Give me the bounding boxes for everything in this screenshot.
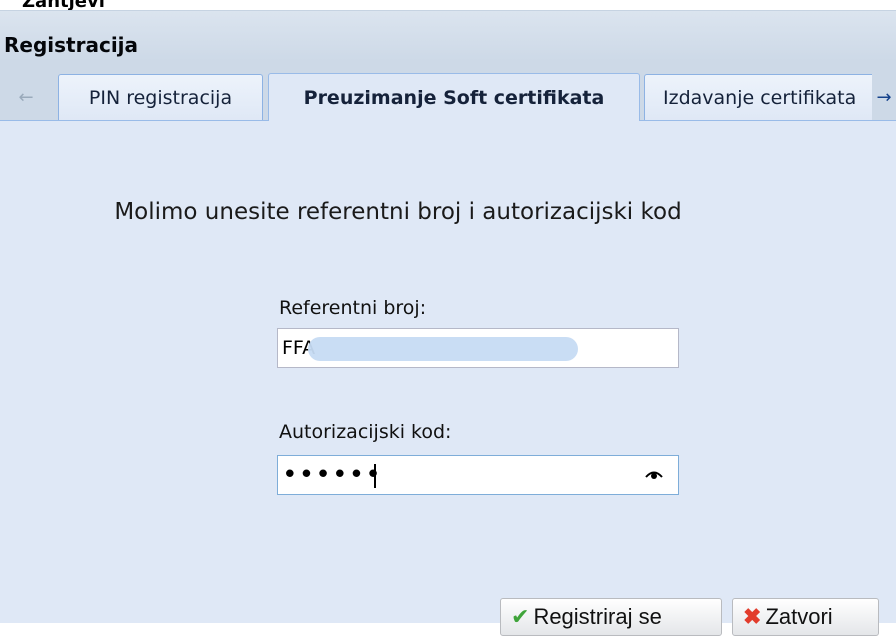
password-mask: •••••• xyxy=(282,460,382,490)
form-prompt: Molimo unesite referentni broj i autoriz… xyxy=(114,199,682,225)
tab-preuzimanje-soft-certifikata[interactable]: Preuzimanje Soft certifikata xyxy=(268,73,640,121)
reference-number-input[interactable]: FFA xyxy=(277,328,679,368)
redaction-blur xyxy=(308,337,578,361)
tab-label: Izdavanje certifikata xyxy=(663,86,857,109)
tab-label: PIN registracija xyxy=(88,86,233,109)
register-button-label: Registriraj se xyxy=(533,604,662,629)
tab-scroll-right-button[interactable]: → xyxy=(872,74,896,120)
tab-label: Preuzimanje Soft certifikata xyxy=(303,86,605,109)
tab-scroll-left-button[interactable]: ← xyxy=(4,74,48,120)
eye-icon[interactable] xyxy=(644,464,664,484)
window-titlebar[interactable]: Registracija xyxy=(0,10,896,61)
close-button[interactable]: ✖ Zatvori xyxy=(732,598,879,636)
reference-number-label: Referentni broj: xyxy=(279,297,427,319)
register-button[interactable]: ✔ Registriraj se xyxy=(500,598,722,636)
window-title: Registracija xyxy=(4,33,139,57)
arrow-left-icon: ← xyxy=(18,86,34,108)
tab-pin-registracija[interactable]: PIN registracija xyxy=(58,74,263,120)
close-icon: ✖ xyxy=(743,604,762,629)
tab-panel: Molimo unesite referentni broj i autoriz… xyxy=(0,121,896,636)
arrow-right-icon: → xyxy=(876,86,892,108)
registration-window: Registracija ← PIN registracija Preuzima… xyxy=(0,10,896,636)
tab-strip: ← PIN registracija Preuzimanje Soft cert… xyxy=(0,60,896,121)
checkmark-icon: ✔ xyxy=(511,604,530,629)
authorization-code-label: Autorizacijski kod: xyxy=(279,421,452,443)
authorization-code-input[interactable]: •••••• xyxy=(277,455,679,495)
close-button-label: Zatvori xyxy=(765,604,833,629)
tab-izdavanje-certifikata[interactable]: Izdavanje certifikata xyxy=(644,74,880,120)
background-window-strip: Zahtjevi xyxy=(0,0,896,12)
text-caret xyxy=(374,464,376,488)
